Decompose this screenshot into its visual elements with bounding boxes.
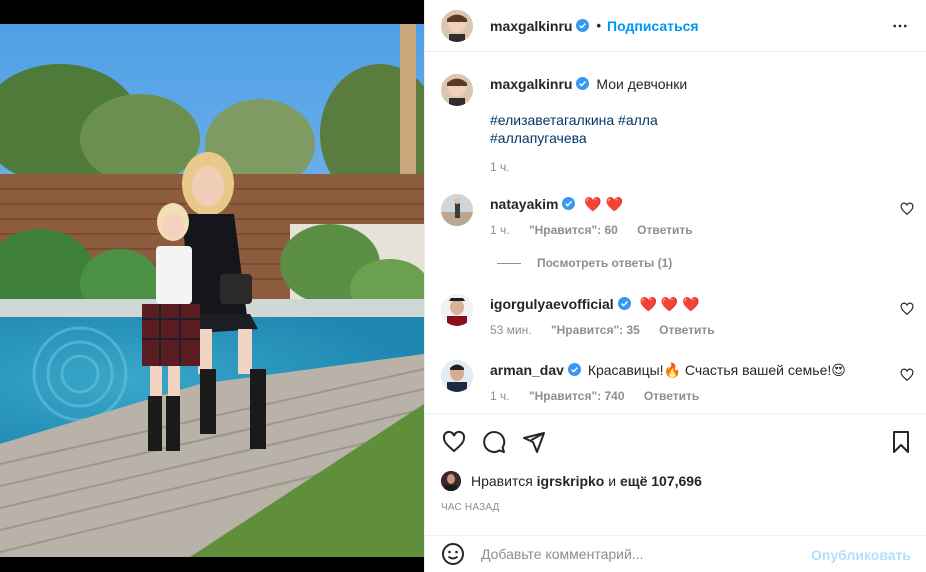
comment-time[interactable]: 1 ч. xyxy=(490,389,510,403)
post-media[interactable] xyxy=(0,0,424,572)
hashtags-line-2[interactable]: #аллапугачева xyxy=(490,129,687,147)
post-side-panel: maxgalkinru • Подписаться maxgalkinru Мо… xyxy=(424,0,926,572)
bookmark-icon[interactable] xyxy=(889,430,913,454)
comment-likes-count[interactable]: "Нравится": 35 xyxy=(551,323,640,337)
post-header: maxgalkinru • Подписаться xyxy=(425,0,926,52)
comment-item: arman_dav Красавицы!🔥 Счастья вашей семь… xyxy=(441,360,846,405)
author-avatar[interactable] xyxy=(441,9,473,42)
publish-button[interactable]: Опубликовать xyxy=(811,547,911,563)
likes-summary: Нравится igrskripko и ещё 107,696 xyxy=(441,471,702,491)
replies-divider xyxy=(497,262,521,264)
more-options-icon[interactable] xyxy=(891,17,909,35)
verified-badge-icon xyxy=(576,77,590,90)
verified-badge-icon xyxy=(567,363,581,376)
comment-text: Красавицы!🔥 Счастья вашей семье!😍 xyxy=(587,362,846,378)
share-icon[interactable] xyxy=(522,430,546,454)
comment-like-heart-icon[interactable] xyxy=(900,302,914,316)
comment-text: ❤️ ❤️ ❤️ xyxy=(639,296,700,312)
caption-avatar[interactable] xyxy=(441,74,473,106)
comment-username[interactable]: natayakim xyxy=(490,196,558,212)
commenter-avatar[interactable] xyxy=(441,360,473,392)
liker-avatar[interactable] xyxy=(441,471,461,491)
likes-count[interactable]: ещё 107,696 xyxy=(620,473,702,489)
comment-like-heart-icon[interactable] xyxy=(900,368,914,382)
comment-username[interactable]: arman_dav xyxy=(490,362,564,378)
verified-badge-icon xyxy=(562,197,576,210)
post-time-ago[interactable]: ЧАС НАЗАД xyxy=(441,502,500,513)
comment-input[interactable] xyxy=(481,546,801,562)
caption-time[interactable]: 1 ч. xyxy=(490,160,510,174)
emoji-icon[interactable] xyxy=(441,542,465,566)
comment-text: ❤️ ❤️ xyxy=(584,196,624,212)
comment-username[interactable]: igorgulyaevofficial xyxy=(490,296,614,312)
author-username[interactable]: maxgalkinru xyxy=(490,18,572,34)
post-action-bar xyxy=(425,413,926,467)
comment-likes-count[interactable]: "Нравится": 740 xyxy=(529,389,625,403)
likes-prefix: Нравится xyxy=(471,473,533,489)
comment-icon[interactable] xyxy=(482,430,506,454)
likes-conjunction: и xyxy=(608,473,617,489)
heart-icon[interactable] xyxy=(442,430,466,454)
comment-item: igorgulyaevofficial ❤️ ❤️ ❤️ 53 мин. "Нр… xyxy=(441,294,731,339)
follow-button[interactable]: Подписаться xyxy=(607,18,699,34)
separator-dot: • xyxy=(596,18,602,33)
comment-likes-count[interactable]: "Нравится": 60 xyxy=(529,223,618,237)
comment-time[interactable]: 53 мин. xyxy=(490,323,532,337)
caption: maxgalkinru Мои девчонки #елизаветагалки… xyxy=(441,74,687,176)
verified-badge-icon xyxy=(617,297,631,310)
reply-button[interactable]: Ответить xyxy=(637,223,692,237)
hashtags-line-1[interactable]: #елизаветагалкина #алла xyxy=(490,111,687,129)
reply-button[interactable]: Ответить xyxy=(644,389,699,403)
comment-item: natayakim ❤️ ❤️ 1 ч. "Нравится": 60 Отве… xyxy=(441,194,709,239)
comment-like-heart-icon[interactable] xyxy=(900,202,914,216)
liker-username[interactable]: igrskripko xyxy=(537,473,605,489)
post-photo xyxy=(0,24,424,557)
comment-composer: Опубликовать xyxy=(425,535,926,572)
view-replies-button[interactable]: Посмотреть ответы (1) xyxy=(497,256,672,270)
commenter-avatar[interactable] xyxy=(441,294,473,326)
reply-button[interactable]: Ответить xyxy=(659,323,714,337)
caption-text: Мои девчонки xyxy=(596,76,688,92)
caption-username[interactable]: maxgalkinru xyxy=(490,76,572,92)
verified-badge-icon xyxy=(576,19,590,32)
comment-time[interactable]: 1 ч. xyxy=(490,223,510,237)
view-replies-label: Посмотреть ответы (1) xyxy=(537,256,673,270)
commenter-avatar[interactable] xyxy=(441,194,473,226)
